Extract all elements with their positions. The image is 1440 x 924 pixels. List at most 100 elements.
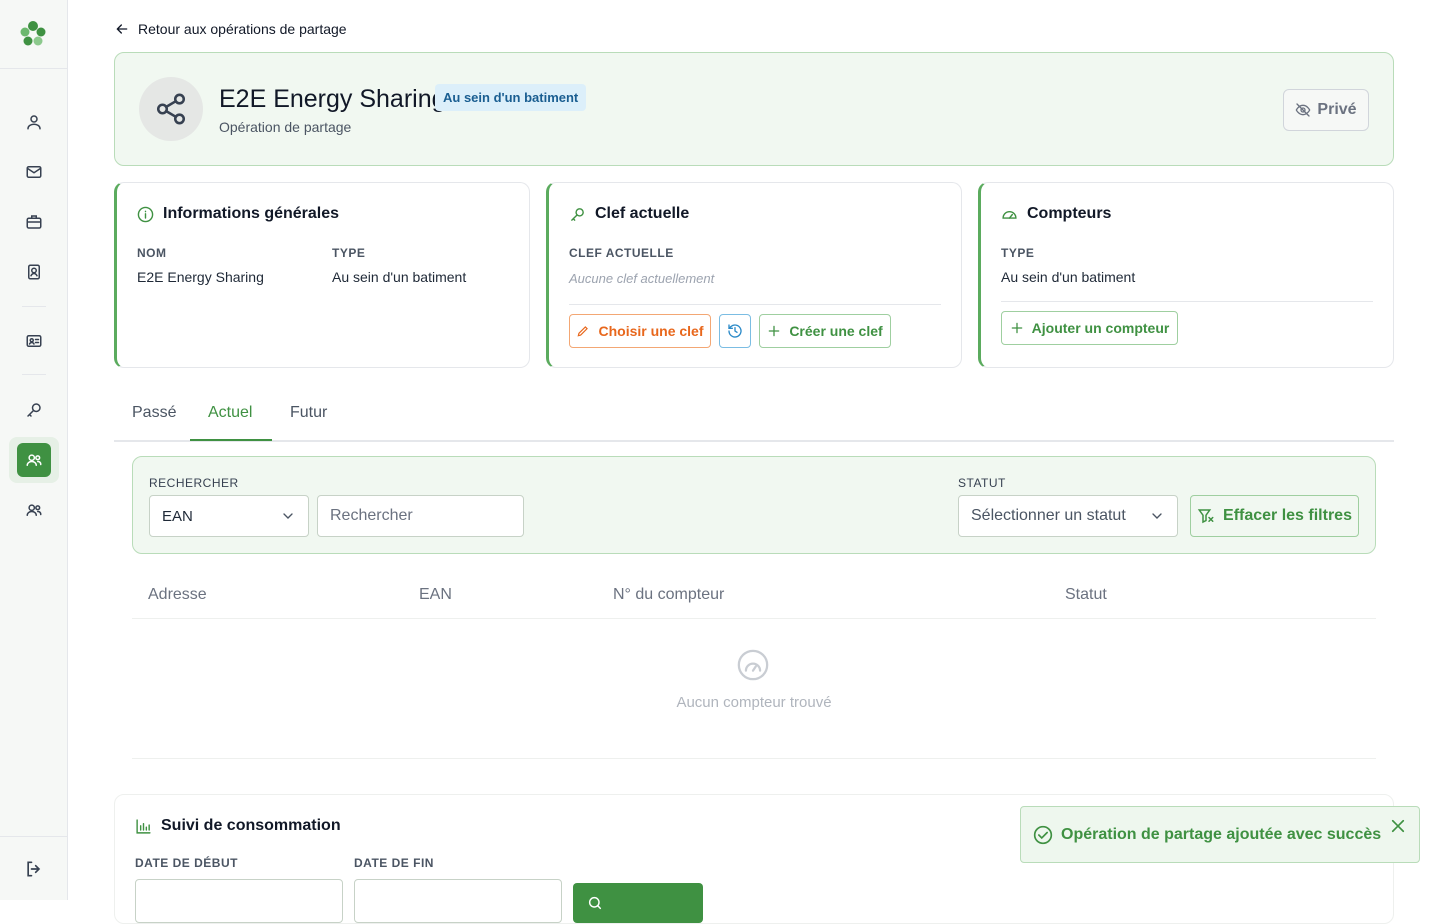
page-title: E2E Energy Sharing <box>219 85 446 113</box>
add-meter-label: Ajouter un compteur <box>1031 320 1170 336</box>
filter-clear-icon <box>1197 509 1214 524</box>
sidebar-item-user[interactable] <box>9 99 59 145</box>
current-key-title-text: Clef actuelle <box>595 205 690 222</box>
search-input[interactable]: Rechercher <box>317 495 524 537</box>
current-key-card: Clef actuelle CLEF ACTUELLE Aucune clef … <box>546 182 962 368</box>
close-icon[interactable] <box>1389 817 1407 835</box>
column-header-statut[interactable]: Statut <box>1065 586 1107 604</box>
bar-chart-icon <box>136 818 151 834</box>
sidebar-item-sharing[interactable] <box>9 437 59 483</box>
choose-key-button[interactable]: Choisir une clef <box>569 314 711 348</box>
logout-button[interactable] <box>9 846 59 892</box>
arrow-left-icon <box>116 24 128 34</box>
search-field-value: EAN <box>162 507 193 525</box>
visibility-label: Privé <box>1317 101 1357 118</box>
success-toast: Opération de partage ajoutée avec succès <box>1020 806 1420 863</box>
current-key-label: CLEF ACTUELLE <box>569 246 674 260</box>
column-header-adresse[interactable]: Adresse <box>148 586 207 604</box>
type-value: Au sein d'un batiment <box>332 269 467 285</box>
sidebar <box>0 0 68 900</box>
nom-value: E2E Energy Sharing <box>137 269 264 285</box>
start-date-label: DATE DE DÉBUT <box>135 856 238 870</box>
visibility-button[interactable]: Privé <box>1283 89 1369 131</box>
users-icon <box>26 454 42 466</box>
eye-off-icon <box>1296 103 1311 117</box>
end-date-label: DATE DE FIN <box>354 856 434 870</box>
tab-futur[interactable]: Futur <box>290 404 327 422</box>
sidebar-item-id-card[interactable] <box>9 318 59 364</box>
table-bottom-divider <box>132 758 1376 759</box>
status-select[interactable]: Sélectionner un statut <box>958 495 1178 537</box>
chevron-down-icon <box>283 513 293 519</box>
sidebar-item-mail[interactable] <box>9 149 59 195</box>
sidebar-item-groups[interactable] <box>9 487 59 533</box>
clear-filters-label: Effacer les filtres <box>1223 507 1352 524</box>
id-card-icon <box>26 335 42 347</box>
gauge-icon <box>1002 210 1017 219</box>
info-icon <box>137 206 154 222</box>
user-icon <box>27 115 41 130</box>
plus-icon <box>1011 322 1022 334</box>
tab-passe[interactable]: Passé <box>132 404 176 422</box>
create-key-button[interactable]: Créer une clef <box>759 314 891 348</box>
table-header-divider <box>132 618 1376 619</box>
back-link-label: Retour aux opérations de partage <box>138 21 347 37</box>
consumption-title: Suivi de consommation <box>135 817 341 835</box>
chevron-down-icon <box>1152 513 1162 519</box>
app-logo[interactable] <box>18 18 48 48</box>
choose-key-label: Choisir une clef <box>598 323 704 339</box>
empty-state-text: Aucun compteur trouvé <box>676 694 832 711</box>
start-date-input[interactable] <box>135 879 343 923</box>
sidebar-divider <box>22 306 46 307</box>
sidebar-item-contacts[interactable] <box>9 249 59 295</box>
toast-message: Opération de partage ajoutée avec succès <box>1061 825 1382 843</box>
general-info-card: Informations générales NOM E2E Energy Sh… <box>114 182 530 368</box>
history-icon <box>728 324 742 338</box>
meters-card: Compteurs TYPE Au sein d'un batiment Ajo… <box>978 182 1394 368</box>
general-info-title: Informations générales <box>137 205 339 223</box>
period-tabs: Passé Actuel Futur <box>114 392 1394 442</box>
column-header-meter-number[interactable]: N° du compteur <box>613 586 724 604</box>
search-field-select[interactable]: EAN <box>149 495 309 537</box>
sidebar-divider <box>22 374 46 375</box>
add-meter-button[interactable]: Ajouter un compteur <box>1001 311 1178 345</box>
sidebar-active-indicator <box>17 443 51 477</box>
back-link[interactable]: Retour aux opérations de partage <box>114 21 347 37</box>
meters-type-label: TYPE <box>1001 246 1035 260</box>
briefcase-icon <box>26 215 42 229</box>
logout-icon <box>27 861 41 877</box>
users-outline-icon <box>26 504 42 516</box>
column-header-ean[interactable]: EAN <box>419 586 452 604</box>
general-info-title-text: Informations générales <box>163 205 340 222</box>
key-icon <box>571 207 584 221</box>
page-subtitle: Opération de partage <box>219 119 352 135</box>
meters-title-text: Compteurs <box>1027 205 1112 222</box>
check-circle-icon <box>1033 825 1053 844</box>
end-date-input[interactable] <box>354 879 562 923</box>
status-label: STATUT <box>958 476 1006 490</box>
plus-icon <box>769 325 780 337</box>
nom-label: NOM <box>137 246 167 260</box>
tab-actuel[interactable]: Actuel <box>208 404 252 422</box>
type-badge: Au sein d'un batiment <box>435 84 587 111</box>
card-divider <box>569 304 941 305</box>
sidebar-divider <box>0 68 68 69</box>
consumption-search-button[interactable] <box>573 883 703 923</box>
meters-title: Compteurs <box>1001 205 1111 223</box>
status-placeholder: Sélectionner un statut <box>971 507 1126 524</box>
sidebar-item-briefcase[interactable] <box>9 199 59 245</box>
pencil-icon <box>578 326 589 337</box>
key-history-button[interactable] <box>719 314 751 348</box>
card-divider <box>1001 301 1373 302</box>
sidebar-item-keys[interactable] <box>9 387 59 433</box>
active-tab-indicator <box>190 439 272 441</box>
mail-icon <box>26 166 42 178</box>
share-icon <box>156 93 186 125</box>
create-key-label: Créer une clef <box>789 323 883 339</box>
contact-book-icon <box>28 264 40 280</box>
consumption-title-text: Suivi de consommation <box>161 817 341 834</box>
search-icon <box>588 896 602 910</box>
main-content: Retour aux opérations de partage E2E Ene… <box>68 0 1440 924</box>
filter-panel: RECHERCHER EAN Rechercher STATUT Sélecti… <box>132 456 1376 554</box>
clear-filters-button[interactable]: Effacer les filtres <box>1190 495 1359 537</box>
